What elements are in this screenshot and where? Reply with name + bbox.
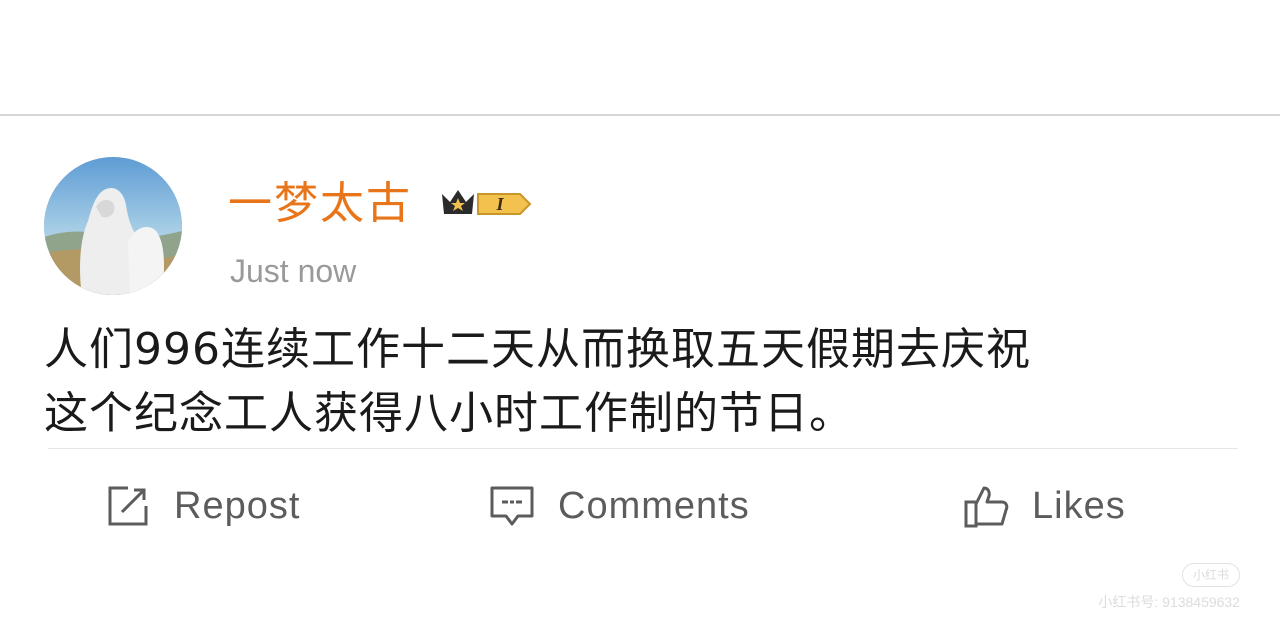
action-divider bbox=[48, 448, 1238, 449]
avatar[interactable] bbox=[44, 157, 182, 295]
top-divider bbox=[0, 114, 1280, 116]
likes-button[interactable]: Likes bbox=[962, 478, 1126, 534]
thumbs-up-icon bbox=[962, 482, 1010, 530]
repost-button[interactable]: Repost bbox=[104, 478, 300, 534]
comments-label: Comments bbox=[558, 484, 750, 527]
watermark-id: 小红书号: 9138459632 bbox=[1098, 594, 1240, 610]
edit-square-icon bbox=[104, 482, 152, 530]
post-text-line: 人们996连续工作十二天从而换取五天假期去庆祝 bbox=[44, 324, 1031, 375]
likes-label: Likes bbox=[1032, 484, 1126, 527]
watermark: 小红书 小红书号: 9138459632 bbox=[1098, 563, 1240, 611]
repost-label: Repost bbox=[174, 484, 301, 527]
post-timestamp: Just now bbox=[230, 253, 357, 289]
watermark-logo: 小红书 bbox=[1181, 563, 1240, 587]
comments-button[interactable]: Comments bbox=[488, 478, 750, 534]
post-body: 人们996连续工作十二天从而换取五天假期去庆祝 这个纪念工人获得八小时工作制的节… bbox=[44, 318, 1264, 446]
post-text-line: 这个纪念工人获得八小时工作制的节日。 bbox=[44, 388, 854, 439]
vip-badge[interactable]: I bbox=[438, 184, 534, 224]
comment-bubble-icon bbox=[488, 482, 536, 530]
username[interactable]: 一梦太古 bbox=[228, 176, 412, 232]
top-blank-area bbox=[0, 0, 1280, 114]
vip-level-text: I bbox=[495, 194, 504, 214]
